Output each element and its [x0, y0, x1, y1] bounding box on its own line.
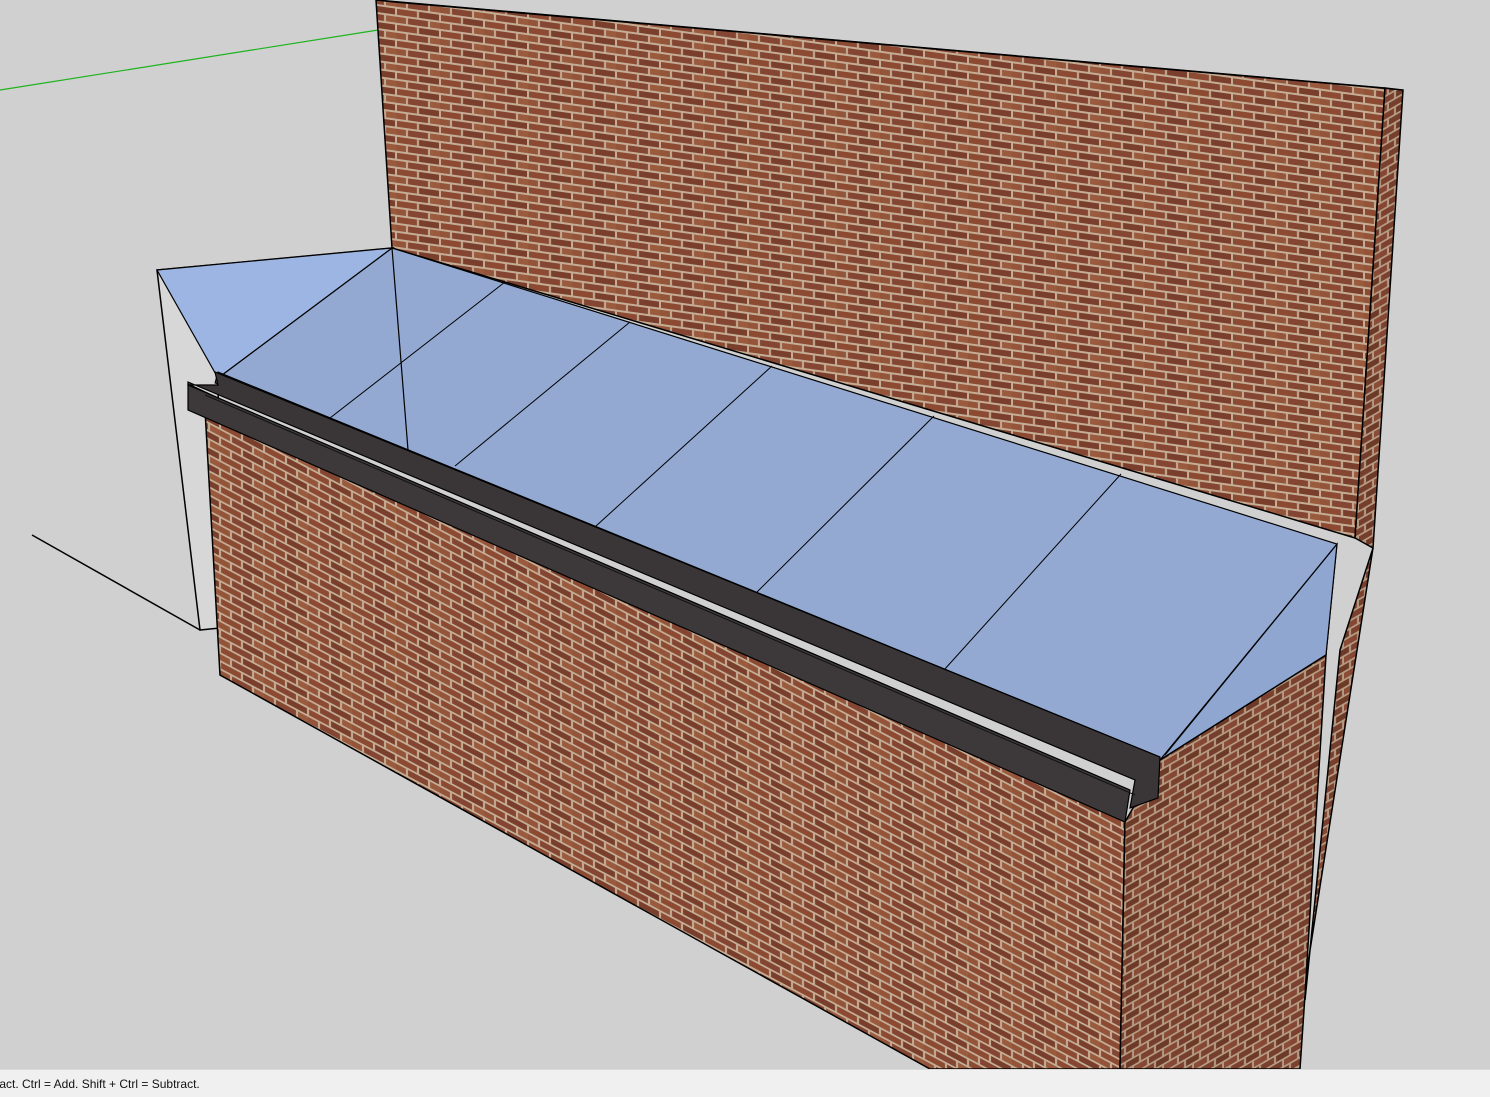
green-axis-line [0, 29, 379, 91]
modeling-viewport[interactable] [0, 0, 1490, 1069]
status-hint-text: tract. Ctrl = Add. Shift + Ctrl = Subtra… [0, 1077, 200, 1091]
sketchup-window: tract. Ctrl = Add. Shift + Ctrl = Subtra… [0, 0, 1490, 1097]
model-scene[interactable] [0, 0, 1490, 1069]
status-bar: tract. Ctrl = Add. Shift + Ctrl = Subtra… [0, 1069, 1490, 1097]
ground-edge-line [31, 534, 201, 631]
